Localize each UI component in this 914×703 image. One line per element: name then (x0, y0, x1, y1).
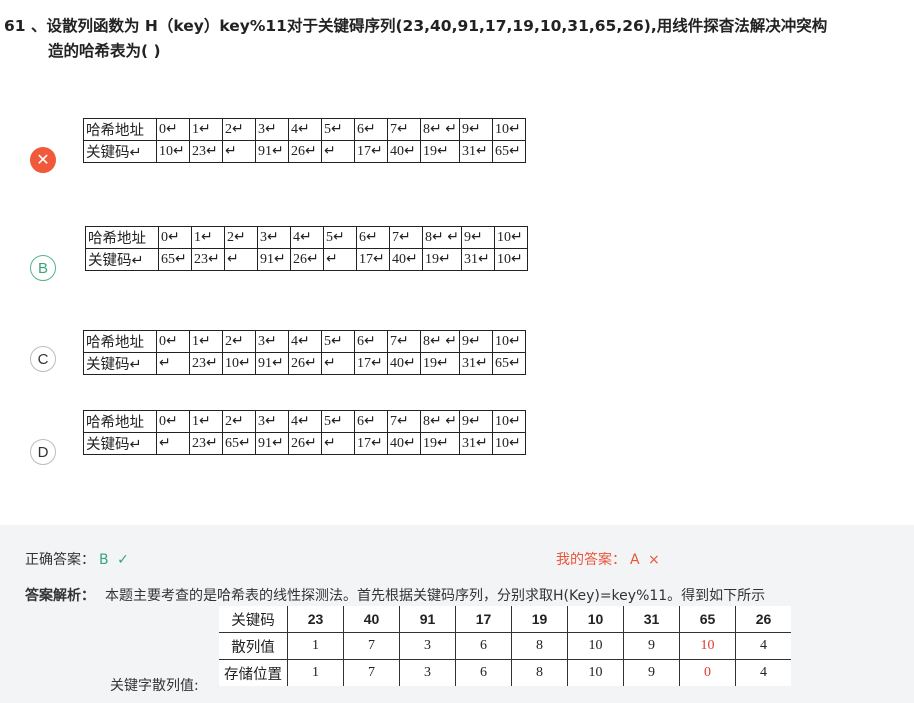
correct-answer-value: B (99, 552, 109, 568)
question-text-line2: 造的哈希表为( ) (48, 42, 161, 60)
wrong-mark-icon: ✕ (30, 147, 56, 173)
correct-answer-label: 正确答案： (25, 552, 95, 568)
correct-answer: 正确答案： B ✓ (25, 549, 129, 569)
option-a-table: 哈希地址 0↵ 1↵ 2↵ 3↵ 4↵ 5↵ 6↵ 7↵ 8↵ ↵ 9↵ 10↵… (83, 118, 526, 163)
question-text-line1: 设散列函数为 H（key）key%11对于关键碍序列(23,40,91,17,1… (46, 17, 828, 35)
option-c-table: 哈希地址 0↵ 1↵ 2↵ 3↵ 4↵ 5↵ 6↵ 7↵ 8↵ ↵ 9↵ 10↵… (83, 330, 526, 375)
table-row: 关键码↵ 65↵ 23↵ ↵ 91↵ 26↵ ↵ 17↵ 40↵ 19↵ 31↵… (85, 248, 528, 271)
table-row: 散列值 1 7 3 6 8 10 9 10 4 (219, 632, 791, 660)
table-row: 哈希地址 0↵ 1↵ 2↵ 3↵ 4↵ 5↵ 6↵ 7↵ 8↵ ↵ 9↵ 10↵ (83, 118, 526, 141)
table-row: 哈希地址 0↵ 1↵ 2↵ 3↵ 4↵ 5↵ 6↵ 7↵ 8↵ ↵ 9↵ 10↵ (85, 226, 528, 249)
my-answer-value: A (630, 552, 640, 568)
table-row: 哈希地址 0↵ 1↵ 2↵ 3↵ 4↵ 5↵ 6↵ 7↵ 8↵ ↵ 9↵ 10↵ (83, 410, 526, 433)
table-row: 关键码 23 40 91 17 19 10 31 65 26 (219, 606, 791, 633)
check-icon: ✓ (117, 552, 129, 568)
table-row: 关键码↵ 10↵ 23↵ ↵ 91↵ 26↵ ↵ 17↵ 40↵ 19↵ 31↵… (83, 140, 526, 163)
explanation: 答案解析： 本题主要考查的是哈希表的线性探测法。首先根据关键码序列，分别求取H(K… (25, 585, 765, 605)
option-c-badge: C (30, 346, 56, 372)
question-title: 61 、设散列函数为 H（key）key%11对于关键碍序列(23,40,91,… (4, 14, 904, 64)
option-d-badge: D (30, 439, 56, 465)
question-number: 61 、 (4, 17, 47, 35)
option-b-table: 哈希地址 0↵ 1↵ 2↵ 3↵ 4↵ 5↵ 6↵ 7↵ 8↵ ↵ 9↵ 10↵… (85, 226, 528, 271)
table-row: 存储位置 1 7 3 6 8 10 9 0 4 (219, 659, 791, 686)
option-b-badge: B (30, 255, 56, 281)
option-d-table: 哈希地址 0↵ 1↵ 2↵ 3↵ 4↵ 5↵ 6↵ 7↵ 8↵ ↵ 9↵ 10↵… (83, 410, 526, 455)
explanation-text: 本题主要考查的是哈希表的线性探测法。首先根据关键码序列，分别求取H(Key)=k… (105, 588, 766, 604)
cross-icon: × (648, 552, 660, 568)
answer-panel: 正确答案： B ✓ 我的答案： A × 答案解析： 本题主要考查的是哈希表的线性探测法… (0, 525, 914, 703)
table-row: 关键码↵ ↵ 23↵ 65↵ 91↵ 26↵ ↵ 17↵ 40↵ 19↵ 31↵… (83, 432, 526, 455)
my-answer: 我的答案： A × (556, 549, 660, 569)
hash-values-label: 关键字散列值: (110, 678, 199, 694)
my-answer-label: 我的答案： (556, 552, 626, 568)
table-row: 哈希地址 0↵ 1↵ 2↵ 3↵ 4↵ 5↵ 6↵ 7↵ 8↵ ↵ 9↵ 10↵ (83, 330, 526, 353)
table-row: 关键码↵ ↵ 23↵ 10↵ 91↵ 26↵ ↵ 17↵ 40↵ 19↵ 31↵… (83, 352, 526, 375)
hash-result-table: 关键码 23 40 91 17 19 10 31 65 26 散列值 1 7 3… (219, 606, 791, 686)
explanation-label: 答案解析： (25, 588, 95, 604)
